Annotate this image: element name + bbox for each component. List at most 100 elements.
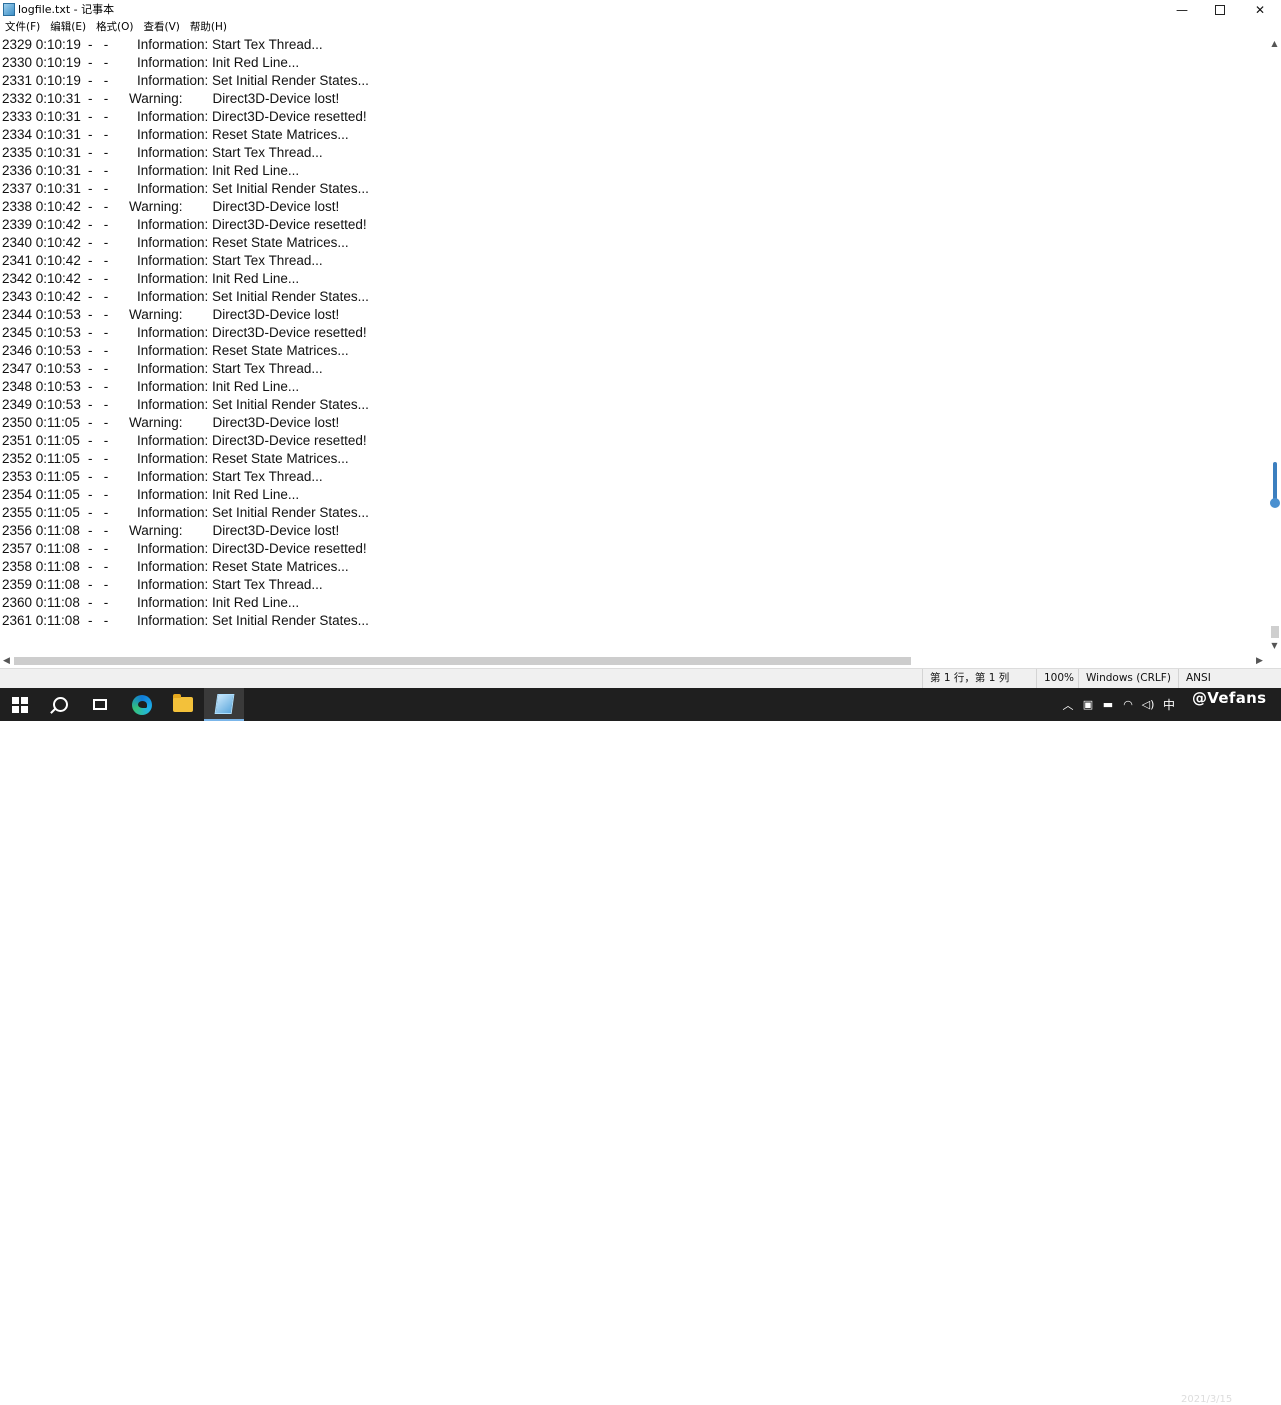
log-line-information: Information: Start Tex Thread... <box>137 145 323 160</box>
log-line-number-time: 2357 0:11:08 <box>2 541 80 556</box>
vertical-scrollbar[interactable]: ▲ ▼ <box>1268 36 1281 654</box>
log-line-warning: Warning: Direct3D-Device lost! <box>129 307 340 322</box>
maximize-button[interactable] <box>1200 0 1240 19</box>
log-line-dashes: - - <box>88 523 109 538</box>
log-line-dashes: - - <box>88 613 109 628</box>
log-line-dashes: - - <box>88 343 109 358</box>
scroll-right-icon[interactable]: ▶ <box>1253 654 1266 668</box>
scroll-knob-icon[interactable] <box>1270 498 1280 508</box>
status-line-ending: Windows (CRLF) <box>1078 669 1176 688</box>
log-line-number-time: 2340 0:10:42 <box>2 235 81 250</box>
scroll-left-icon[interactable]: ◀ <box>0 654 13 668</box>
menu-help[interactable]: 帮助(H) <box>185 19 232 36</box>
log-line-dashes: - - <box>88 541 109 556</box>
log-line-dashes: - - <box>88 451 109 466</box>
log-line-dashes: - - <box>88 505 109 520</box>
log-line-number-time: 2333 0:10:31 <box>2 109 81 124</box>
log-line-number-time: 2358 0:11:08 <box>2 559 80 574</box>
log-line-information: Information: Set Initial Render States..… <box>137 505 369 520</box>
log-line-number-time: 2359 0:11:08 <box>2 577 80 592</box>
log-line-number-time: 2361 0:11:08 <box>2 613 80 628</box>
log-line-information: Information: Set Initial Render States..… <box>137 289 369 304</box>
log-line-information: Information: Direct3D-Device resetted! <box>137 541 367 556</box>
close-button[interactable]: ✕ <box>1240 0 1280 19</box>
file-explorer-taskbar-button[interactable] <box>163 688 203 721</box>
scroll-down-icon[interactable]: ▼ <box>1268 640 1281 652</box>
menu-file[interactable]: 文件(F) <box>0 19 45 36</box>
search-icon <box>52 697 68 712</box>
maximize-icon <box>1215 4 1225 15</box>
menu-format[interactable]: 格式(O) <box>91 19 138 36</box>
system-tray: ︿ ▣ ▬ ◠ ◁) 中 <box>1058 688 1180 721</box>
task-view-button[interactable] <box>80 688 120 721</box>
notepad-icon <box>214 693 234 714</box>
log-line-dashes: - - <box>88 199 109 214</box>
log-line-dashes: - - <box>88 271 109 286</box>
ime-indicator[interactable]: 中 <box>1158 696 1180 713</box>
edge-taskbar-button[interactable] <box>122 688 162 721</box>
log-line-information: Information: Direct3D-Device resetted! <box>137 109 367 124</box>
log-line-dashes: - - <box>88 577 109 592</box>
menu-view[interactable]: 查看(V) <box>139 19 185 36</box>
log-line-number-time: 2350 0:11:05 <box>2 415 80 430</box>
log-line-information: Information: Direct3D-Device resetted! <box>137 433 367 448</box>
horizontal-scrollbar[interactable]: ◀ ▶ <box>0 654 1268 668</box>
log-line-number-time: 2330 0:10:19 <box>2 55 81 70</box>
log-line-number-time: 2336 0:10:31 <box>2 163 81 178</box>
log-line-number-time: 2360 0:11:08 <box>2 595 80 610</box>
windows-logo-icon <box>12 696 28 713</box>
battery-icon[interactable]: ▬ <box>1098 698 1118 711</box>
chevron-up-icon[interactable]: ︿ <box>1058 697 1078 713</box>
log-line-information: Information: Init Red Line... <box>137 595 300 610</box>
log-line-dashes: - - <box>88 595 109 610</box>
log-line-number-time: 2347 0:10:53 <box>2 361 81 376</box>
log-line-information: Information: Reset State Matrices... <box>137 343 349 358</box>
scroll-up-icon[interactable]: ▲ <box>1268 38 1281 50</box>
title-bar[interactable]: logfile.txt - 记事本 — ✕ <box>0 0 1281 19</box>
log-line-number-time: 2338 0:10:42 <box>2 199 81 214</box>
status-bar: 第 1 行，第 1 列 100% Windows (CRLF) ANSI <box>0 668 1281 688</box>
log-line-number-time: 2343 0:10:42 <box>2 289 81 304</box>
folder-icon <box>173 694 193 712</box>
log-line-information: Information: Start Tex Thread... <box>137 469 323 484</box>
log-line-information: Information: Direct3D-Device resetted! <box>137 217 367 232</box>
wifi-icon[interactable]: ◠ <box>1118 698 1138 711</box>
log-line-information: Information: Start Tex Thread... <box>137 37 323 52</box>
log-line-number-time: 2356 0:11:08 <box>2 523 80 538</box>
log-line-warning: Warning: Direct3D-Device lost! <box>129 199 340 214</box>
text-editor[interactable]: 2329 0:10:19 - - Information: Start Tex Th… <box>0 36 1268 654</box>
log-line-dashes: - - <box>88 307 109 322</box>
log-line-information: Information: Reset State Matrices... <box>137 235 349 250</box>
log-line-information: Information: Reset State Matrices... <box>137 451 349 466</box>
log-line-dashes: - - <box>88 361 109 376</box>
log-line-dashes: - - <box>88 487 109 502</box>
volume-icon[interactable]: ◁) <box>1138 698 1158 711</box>
log-line-number-time: 2339 0:10:42 <box>2 217 81 232</box>
search-button[interactable] <box>40 688 80 721</box>
start-button[interactable] <box>0 688 40 721</box>
log-line-dashes: - - <box>88 253 109 268</box>
log-line-dashes: - - <box>88 379 109 394</box>
log-line-number-time: 2335 0:10:31 <box>2 145 81 160</box>
tray-app-icon[interactable]: ▣ <box>1078 698 1098 711</box>
log-line-dashes: - - <box>88 325 109 340</box>
log-line-information: Information: Set Initial Render States..… <box>137 73 369 88</box>
horizontal-scroll-thumb[interactable] <box>14 657 911 665</box>
window-title: logfile.txt - 记事本 <box>18 3 115 16</box>
notepad-taskbar-button[interactable] <box>204 688 244 721</box>
log-line-dashes: - - <box>88 55 109 70</box>
log-line-dashes: - - <box>88 433 109 448</box>
minimize-button[interactable]: — <box>1162 0 1202 19</box>
log-line-number-time: 2355 0:11:05 <box>2 505 80 520</box>
watermark: @Vefans <box>1192 689 1267 707</box>
log-line-warning: Warning: Direct3D-Device lost! <box>129 415 340 430</box>
log-line-dashes: - - <box>88 469 109 484</box>
edge-icon <box>132 694 152 715</box>
log-line-dashes: - - <box>88 91 109 106</box>
log-line-information: Information: Start Tex Thread... <box>137 361 323 376</box>
log-line-dashes: - - <box>88 73 109 88</box>
clock-date[interactable]: 2021/3/15 <box>1181 1394 1232 1405</box>
menu-edit[interactable]: 编辑(E) <box>45 19 91 36</box>
log-line-number-time: 2342 0:10:42 <box>2 271 81 286</box>
log-line-warning: Warning: Direct3D-Device lost! <box>129 91 340 106</box>
